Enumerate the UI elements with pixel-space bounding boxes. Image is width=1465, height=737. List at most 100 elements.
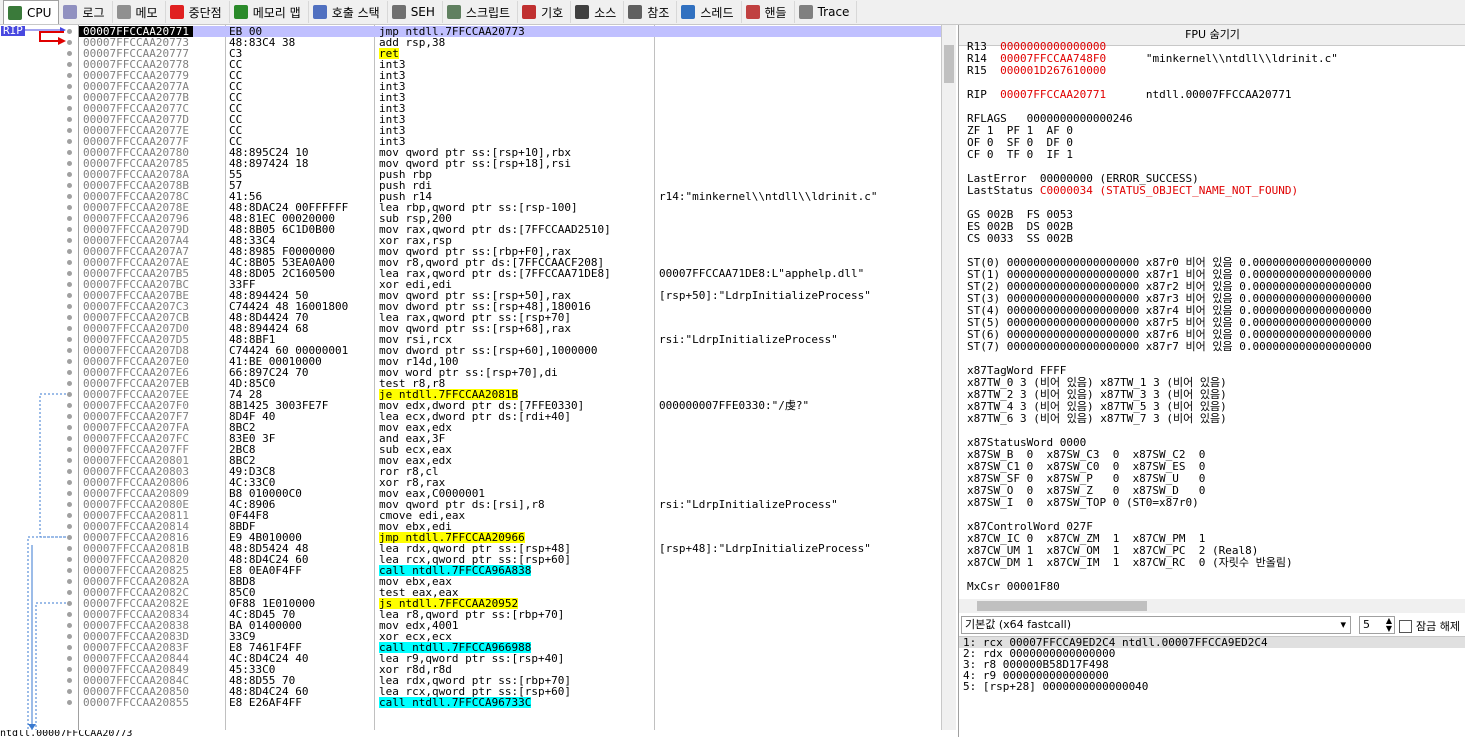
- breakpoint-dot[interactable]: [67, 590, 72, 595]
- breakpoint-dot[interactable]: [67, 381, 72, 386]
- disasm-row[interactable]: 00007FFCCAA207FC 83E0 3F and eax,3F: [79, 433, 941, 444]
- tab-breakpoint[interactable]: 중단점: [166, 1, 230, 23]
- breakpoint-dot[interactable]: [67, 29, 72, 34]
- disasm-row[interactable]: 00007FFCCAA2077D CC int3: [79, 114, 941, 125]
- breakpoint-dot[interactable]: [67, 117, 72, 122]
- tab-threads[interactable]: 스레드: [677, 1, 742, 23]
- disasm-row[interactable]: 00007FFCCAA20801 8BC2 mov eax,edx: [79, 455, 941, 466]
- breakpoint-dot[interactable]: [67, 128, 72, 133]
- register-line[interactable]: x87CW_DM 1 x87CW_IM 1 x87CW_RC 0 (자릿수 반올…: [967, 557, 1462, 569]
- disassembly-scrollbar[interactable]: [941, 25, 956, 730]
- breakpoint-dot[interactable]: [67, 337, 72, 342]
- disasm-row[interactable]: 00007FFCCAA20777 C3 ret: [79, 48, 941, 59]
- argument-row[interactable]: 5: [rsp+28] 0000000000000040: [959, 681, 1465, 692]
- scrollbar-thumb[interactable]: [944, 45, 954, 83]
- breakpoint-dot[interactable]: [67, 612, 72, 617]
- breakpoint-dot[interactable]: [67, 293, 72, 298]
- breakpoint-dot[interactable]: [67, 106, 72, 111]
- breakpoint-dot[interactable]: [67, 414, 72, 419]
- breakpoint-dot[interactable]: [67, 568, 72, 573]
- tab-memory-map[interactable]: 메모리 맵: [230, 1, 309, 23]
- register-line[interactable]: LastStatus C0000034 (STATUS_OBJECT_NAME_…: [967, 185, 1462, 197]
- breakpoint-dot[interactable]: [67, 227, 72, 232]
- breakpoint-dot[interactable]: [67, 205, 72, 210]
- register-line[interactable]: x87SW_I 0 x87SW_TOP 0 (ST0=x87r0): [967, 497, 1462, 509]
- disasm-row[interactable]: 00007FFCCAA20855 E8 E26AF4FF call ntdll.7F…: [79, 697, 941, 708]
- disasm-row[interactable]: 00007FFCCAA20785 48:897424 18 mov qword pt…: [79, 158, 941, 169]
- breakpoint-dot[interactable]: [67, 62, 72, 67]
- register-line[interactable]: R15 000001D267610000: [967, 65, 1462, 77]
- breakpoint-dot[interactable]: [67, 447, 72, 452]
- breakpoint-dot[interactable]: [67, 359, 72, 364]
- tab-call-stack[interactable]: 호출 스택: [309, 1, 388, 23]
- disasm-row[interactable]: 00007FFCCAA207E6 66:897C24 70 mov word ptr…: [79, 367, 941, 378]
- breakpoint-dot[interactable]: [67, 392, 72, 397]
- breakpoint-dot[interactable]: [67, 271, 72, 276]
- disasm-row[interactable]: 00007FFCCAA2078E 48:8DAC24 00FFFFFF lea rb…: [79, 202, 941, 213]
- argument-count-spinner[interactable]: 5 ▲ ▼: [1359, 616, 1395, 634]
- breakpoint-dot[interactable]: [67, 502, 72, 507]
- spinner-arrows-icon[interactable]: ▲ ▼: [1386, 617, 1392, 633]
- disasm-row[interactable]: 00007FFCCAA2077C CC int3: [79, 103, 941, 114]
- breakpoint-dot[interactable]: [67, 348, 72, 353]
- disasm-row[interactable]: 00007FFCCAA20844 4C:8D4C24 40 lea r9,qword…: [79, 653, 941, 664]
- disasm-row[interactable]: 00007FFCCAA207FF 2BC8 sub ecx,eax: [79, 444, 941, 455]
- breakpoint-dot[interactable]: [67, 139, 72, 144]
- breakpoint-dot[interactable]: [67, 535, 72, 540]
- disasm-row[interactable]: 00007FFCCAA207D8 C74424 60 00000001 mov dw…: [79, 345, 941, 356]
- register-hscrollbar[interactable]: [959, 599, 1465, 613]
- disasm-row[interactable]: 00007FFCCAA20771 EB 00 jmp ntdll.7FFCCAA20…: [79, 26, 941, 37]
- scrollbar-thumb[interactable]: [977, 601, 1147, 611]
- register-line[interactable]: CF 0 TF 0 IF 1: [967, 149, 1462, 161]
- disasm-row[interactable]: 00007FFCCAA2079D 48:8B05 6C1D0B00 mov rax,…: [79, 224, 941, 235]
- disasm-row[interactable]: 00007FFCCAA207B5 48:8D05 2C160500 lea rax,…: [79, 268, 941, 279]
- breakpoint-dot[interactable]: [67, 304, 72, 309]
- breakpoint-dot[interactable]: [67, 513, 72, 518]
- disassembly-view[interactable]: 00007FFCCAA20771 EB 00 jmp ntdll.7FFCCAA20…: [79, 25, 941, 730]
- breakpoint-dot[interactable]: [67, 656, 72, 661]
- breakpoint-dot[interactable]: [67, 161, 72, 166]
- disasm-row[interactable]: 00007FFCCAA20825 E8 0EA0F4FF call ntdll.7F…: [79, 565, 941, 576]
- tab-notes[interactable]: 메모: [113, 1, 166, 23]
- checkbox-box[interactable]: [1399, 619, 1412, 633]
- breakpoint-dot[interactable]: [67, 260, 72, 265]
- breakpoint-dot[interactable]: [67, 282, 72, 287]
- disasm-row[interactable]: 00007FFCCAA20806 4C:33C0 xor r8,rax: [79, 477, 941, 488]
- argument-list[interactable]: 1: rcx 00007FFCCA9ED2C4 ntdll.00007FFCCA…: [959, 636, 1465, 737]
- tab-source[interactable]: 소스: [571, 1, 625, 23]
- tab-handles[interactable]: 핸들: [742, 1, 795, 23]
- breakpoint-dot[interactable]: [67, 183, 72, 188]
- breakpoint-dot[interactable]: [67, 557, 72, 562]
- disasm-row[interactable]: 00007FFCCAA2080E 4C:8906 mov qword ptr ds:…: [79, 499, 941, 510]
- register-line[interactable]: RIP 00007FFCCAA20771 ntdll.00007FFCCAA20…: [967, 89, 1462, 101]
- breakpoint-dot[interactable]: [67, 249, 72, 254]
- breakpoint-dot[interactable]: [67, 480, 72, 485]
- disasm-row[interactable]: 00007FFCCAA20838 BA 01400000 mov edx,4001: [79, 620, 941, 631]
- breakpoint-dot[interactable]: [67, 436, 72, 441]
- breakpoint-dot[interactable]: [67, 546, 72, 551]
- calling-convention-select[interactable]: 기본값 (x64 fastcall) ▾: [961, 616, 1351, 634]
- disasm-row[interactable]: 00007FFCCAA20779 CC int3: [79, 70, 941, 81]
- breakpoint-dot[interactable]: [67, 370, 72, 375]
- breakpoint-dot[interactable]: [67, 700, 72, 705]
- breakpoint-dot[interactable]: [67, 403, 72, 408]
- disasm-row[interactable]: 00007FFCCAA20778 CC int3: [79, 59, 941, 70]
- register-line[interactable]: x87TW_6 3 (비어 있음) x87TW_7 3 (비어 있음): [967, 413, 1462, 425]
- breakpoint-dot[interactable]: [67, 51, 72, 56]
- tab-trace[interactable]: Trace: [795, 1, 858, 23]
- breakpoint-dot[interactable]: [67, 491, 72, 496]
- tab-references[interactable]: 참조: [624, 1, 678, 23]
- disasm-row[interactable]: 00007FFCCAA207FA 8BC2 mov eax,edx: [79, 422, 941, 433]
- breakpoint-dot[interactable]: [67, 667, 72, 672]
- tab-cpu[interactable]: CPU: [3, 0, 60, 24]
- register-line[interactable]: ST(7) 00000000000000000000 x87r7 비어 있음 0…: [967, 341, 1462, 353]
- breakpoint-dot[interactable]: [67, 634, 72, 639]
- breakpoint-dot[interactable]: [67, 216, 72, 221]
- breakpoint-dot[interactable]: [67, 326, 72, 331]
- register-line[interactable]: CS 0033 SS 002B: [967, 233, 1462, 245]
- disasm-row[interactable]: 00007FFCCAA20773 48:83C4 38 add rsp,38: [79, 37, 941, 48]
- breakpoint-dot[interactable]: [67, 315, 72, 320]
- breakpoint-dot[interactable]: [67, 238, 72, 243]
- disasm-row[interactable]: 00007FFCCAA207F7 8D4F 40 lea ecx,dword ptr…: [79, 411, 941, 422]
- disasm-row[interactable]: 00007FFCCAA2077B CC int3: [79, 92, 941, 103]
